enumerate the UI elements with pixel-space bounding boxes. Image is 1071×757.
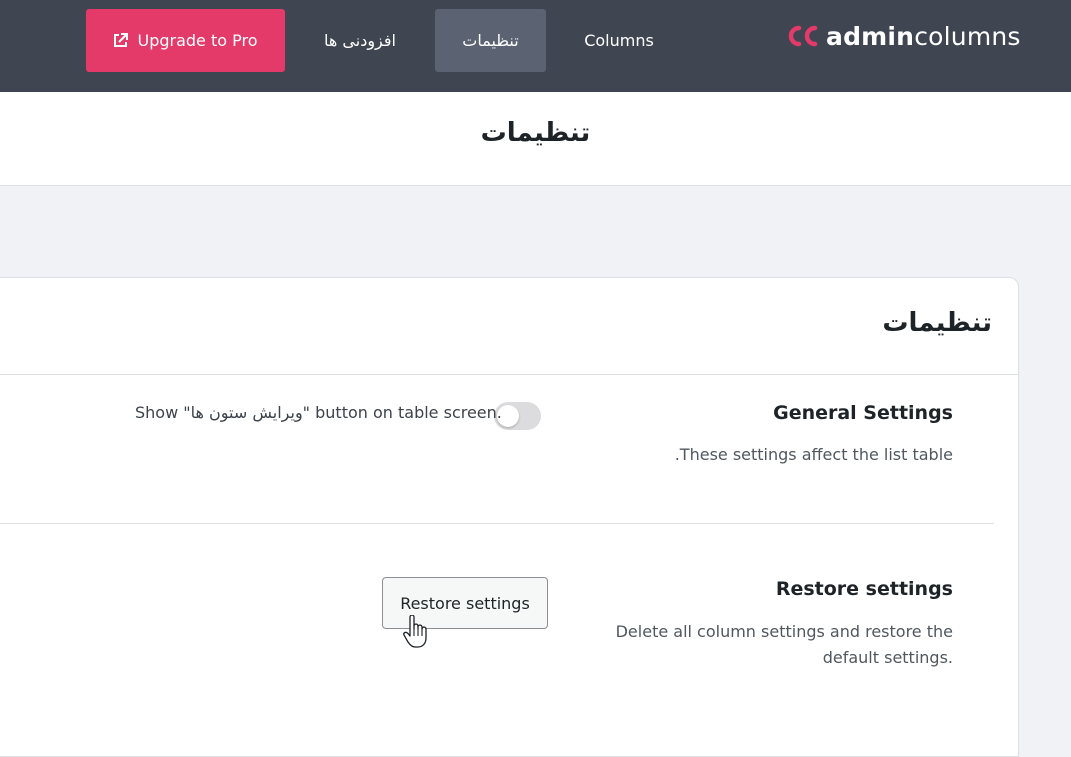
external-link-icon	[114, 33, 129, 47]
logo-text: admincolumns	[826, 21, 1021, 51]
nav-tab-columns-label: Columns	[584, 31, 654, 50]
restore-settings-button[interactable]: Restore settings	[382, 577, 548, 629]
restore-settings-label: Restore settings	[775, 578, 953, 600]
settings-card: تنظیمات General Settings .These settings…	[0, 277, 1019, 757]
top-navigation-bar: admincolumns Columns تنظیمات افزودنی ها …	[0, 0, 1071, 92]
admin-columns-logo[interactable]: admincolumns	[784, 18, 1021, 54]
upgrade-to-pro-label: Upgrade to Pro	[137, 31, 258, 50]
nav-tab-columns[interactable]: Columns	[568, 9, 670, 72]
page-title: تنظیمات	[480, 118, 591, 148]
nav-tab-addons[interactable]: افزودنی ها	[305, 9, 415, 72]
page-title-bar: تنظیمات	[0, 92, 1071, 186]
upgrade-to-pro-button[interactable]: Upgrade to Pro	[86, 9, 285, 72]
settings-card-title: تنظیمات	[882, 308, 992, 338]
general-settings-label: General Settings	[773, 402, 953, 424]
section-divider	[0, 523, 994, 524]
show-edit-columns-button-toggle-label: Show "ویرایش ستون ها" button on table sc…	[135, 403, 502, 422]
restore-settings-description: Delete all column settings and restore t…	[615, 622, 953, 667]
card-header-divider	[0, 374, 1018, 375]
nav-tab-settings[interactable]: تنظیمات	[435, 9, 546, 72]
admin-columns-logo-icon	[788, 25, 818, 47]
nav-tab-settings-label: تنظیمات	[462, 31, 519, 50]
nav-tab-addons-label: افزودنی ها	[324, 31, 396, 50]
general-settings-description: .These settings affect the list table	[674, 445, 953, 464]
restore-settings-button-label: Restore settings	[400, 593, 530, 613]
